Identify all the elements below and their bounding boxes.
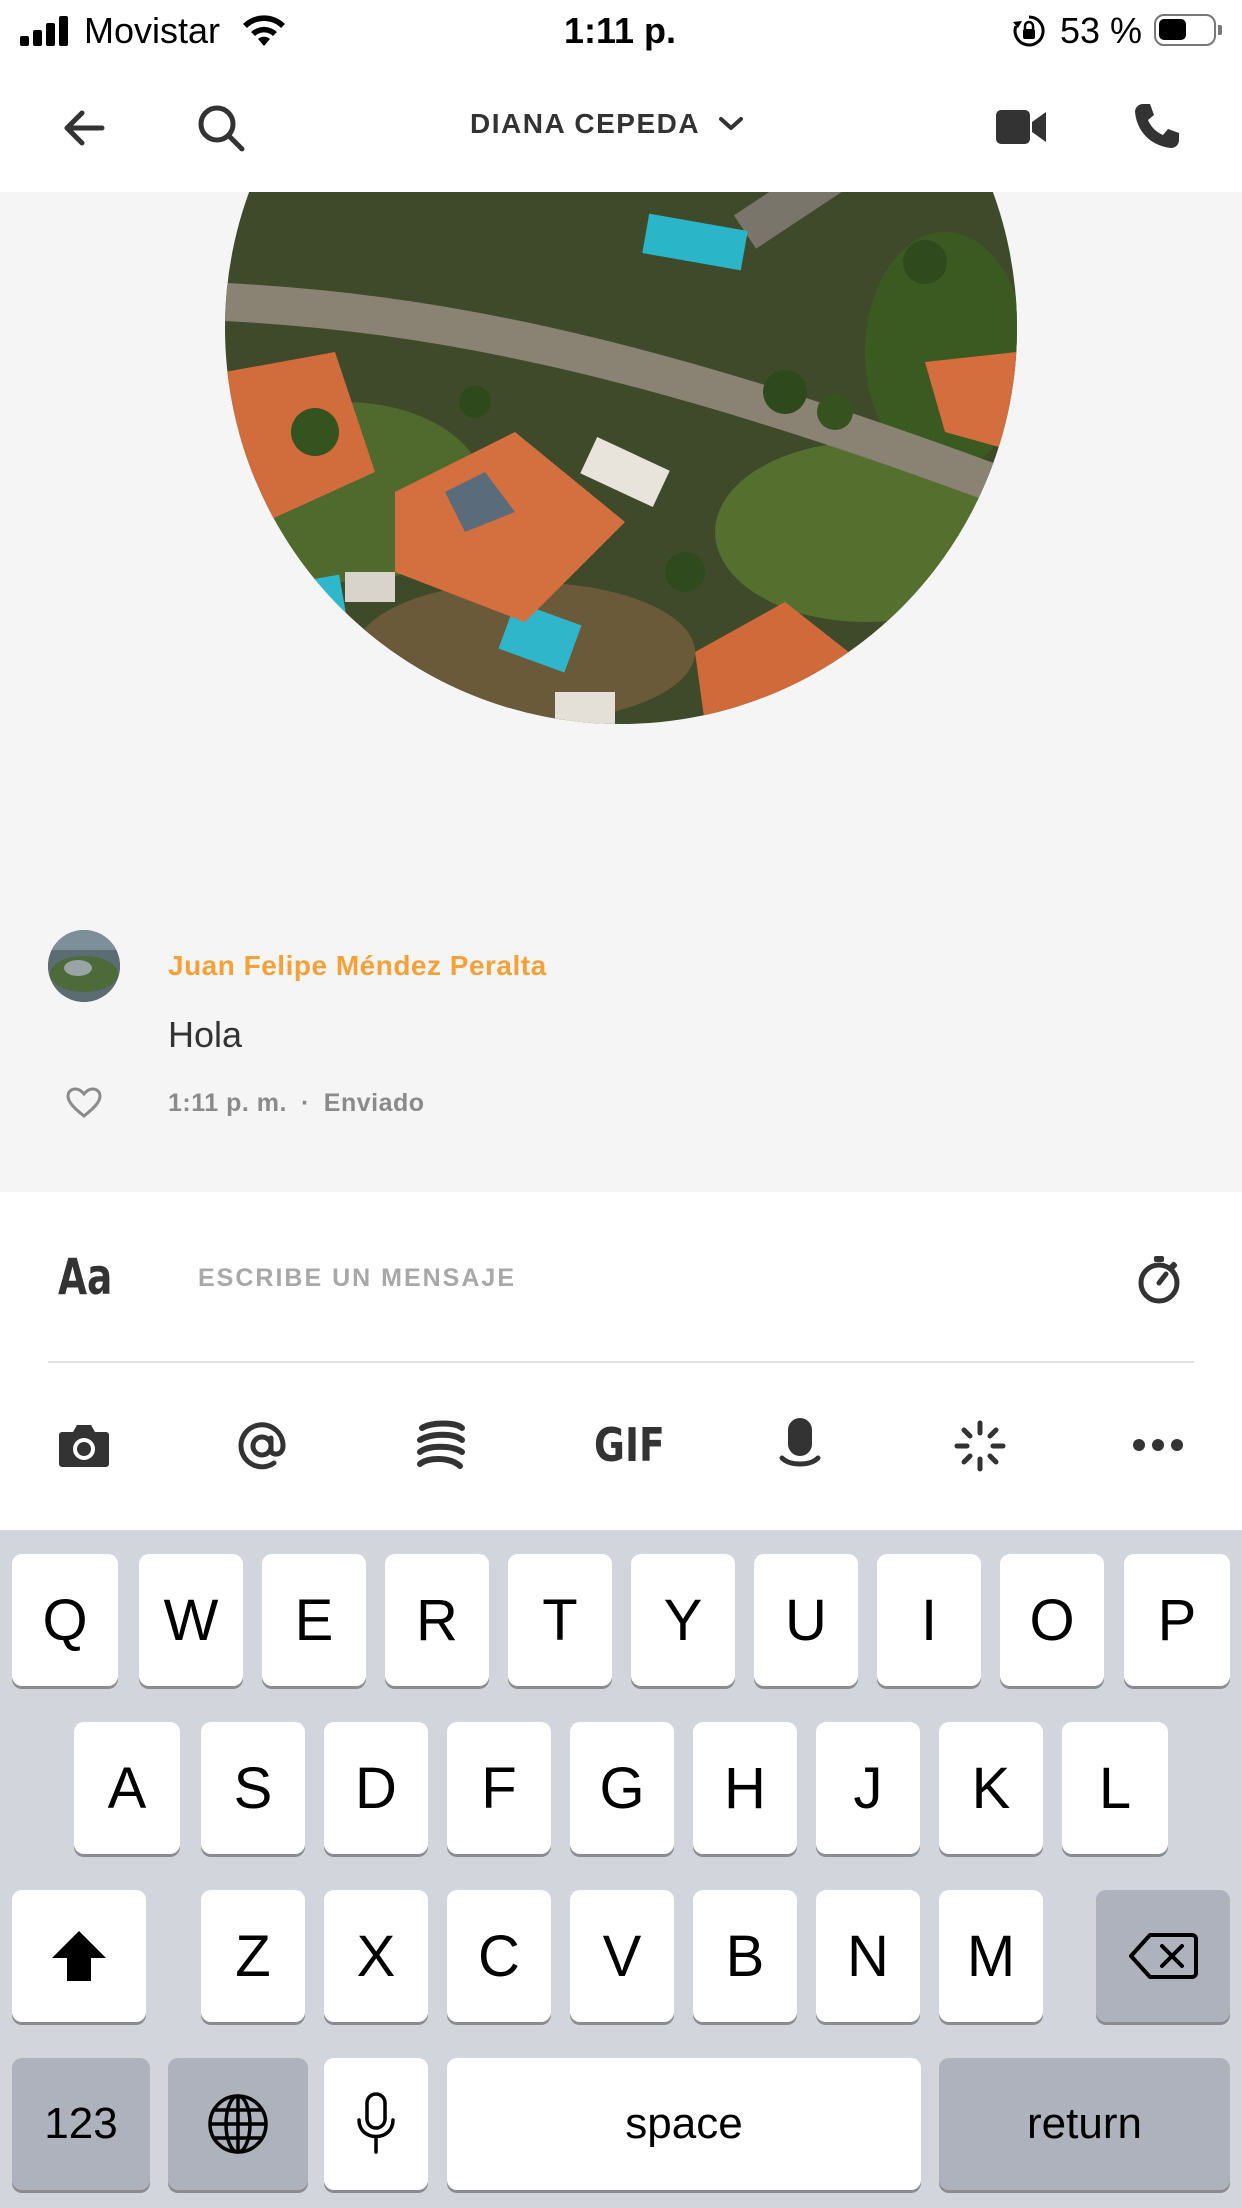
key-p[interactable]: P [1124,1554,1230,1686]
battery-percent: 53 % [1060,10,1143,51]
message-status: Enviado [323,1089,425,1117]
message-input[interactable]: ESCRIBE UN MENSAJE [198,1264,1098,1293]
message-text[interactable]: Hola [168,1014,242,1056]
message-meta: 1:11 p. m. · Enviado [168,1089,425,1118]
video-camera-icon[interactable] [996,108,1046,146]
wifi-icon [243,15,285,46]
key-u[interactable]: U [754,1554,858,1686]
key-w[interactable]: W [139,1554,243,1686]
avatar-image [48,930,120,1002]
contact-name: DIANA CEPEDA [470,108,701,139]
composer-divider [48,1361,1194,1363]
signal-bars-icon [20,16,68,46]
key-k[interactable]: K [939,1722,1043,1854]
key-x[interactable]: X [324,1890,428,2022]
key-i[interactable]: I [877,1554,981,1686]
return-key[interactable]: return [939,2058,1230,2190]
delete-key[interactable] [1096,1890,1230,2022]
key-b[interactable]: B [693,1890,797,2022]
shared-aerial-photo[interactable] [225,192,1017,724]
key-e[interactable]: E [262,1554,366,1686]
key-o[interactable]: O [1000,1554,1104,1686]
shift-arrow-icon [52,1931,106,1981]
key-c[interactable]: C [447,1890,551,2022]
sender-avatar[interactable] [48,930,120,1002]
conversation-area: Juan Felipe Méndez Peralta Hola 1:11 p. … [0,192,1242,1192]
system-keyboard: Q W E R T Y U I O P A S D F G H J K L Z … [0,1530,1242,2208]
key-t[interactable]: T [508,1554,612,1686]
more-icon[interactable] [1132,1438,1184,1452]
microphone-icon [357,2092,395,2154]
aerial-houses-image [225,192,1017,724]
key-m[interactable]: M [939,1890,1043,2022]
message-time: 1:11 p. m. [168,1089,287,1117]
status-bar: Movistar 1:11 p. m. 53 % [0,0,1242,93]
carrier-name: Movistar [84,10,221,51]
key-r[interactable]: R [385,1554,489,1686]
dictation-key[interactable] [324,2058,428,2190]
message-composer: Aa ESCRIBE UN MENSAJE GIF [0,1192,1242,1530]
key-q[interactable]: Q [12,1554,118,1686]
phone-icon[interactable] [1133,102,1181,150]
key-y[interactable]: Y [631,1554,735,1686]
gif-icon[interactable]: GIF [594,1418,665,1472]
mention-icon[interactable] [236,1420,288,1472]
globe-key[interactable] [168,2058,308,2190]
space-key[interactable]: space [447,2058,921,2190]
key-l[interactable]: L [1062,1722,1168,1854]
key-z[interactable]: Z [201,1890,305,2022]
meta-separator: · [300,1089,310,1117]
sender-name: Juan Felipe Méndez Peralta [168,950,547,981]
key-f[interactable]: F [447,1722,551,1854]
key-g[interactable]: G [570,1722,674,1854]
microphone-icon[interactable] [778,1416,822,1474]
back-arrow-icon[interactable] [60,104,108,152]
camera-icon[interactable] [58,1422,110,1468]
key-s[interactable]: S [201,1722,305,1854]
text-format-button[interactable]: Aa [58,1248,112,1306]
key-h[interactable]: H [693,1722,797,1854]
chevron-down-icon [719,117,744,130]
key-a[interactable]: A [74,1722,180,1854]
conversation-header: DIANA CEPEDA [0,64,1242,192]
numbers-key[interactable]: 123 [12,2058,150,2190]
key-n[interactable]: N [816,1890,920,2022]
battery-icon [1154,14,1222,46]
contact-title-button[interactable]: DIANA CEPEDA [470,108,744,140]
sparkle-icon[interactable] [954,1420,1006,1472]
globe-icon [208,2094,268,2154]
giphy-stack-icon[interactable] [416,1420,466,1472]
shift-key[interactable] [12,1890,146,2022]
key-j[interactable]: J [816,1722,920,1854]
timer-icon[interactable] [1136,1254,1182,1304]
key-d[interactable]: D [324,1722,428,1854]
rotation-lock-icon [1013,15,1045,47]
backspace-icon [1129,1933,1198,1979]
search-icon[interactable] [196,103,246,153]
heart-icon[interactable] [66,1087,102,1119]
key-v[interactable]: V [570,1890,674,2022]
